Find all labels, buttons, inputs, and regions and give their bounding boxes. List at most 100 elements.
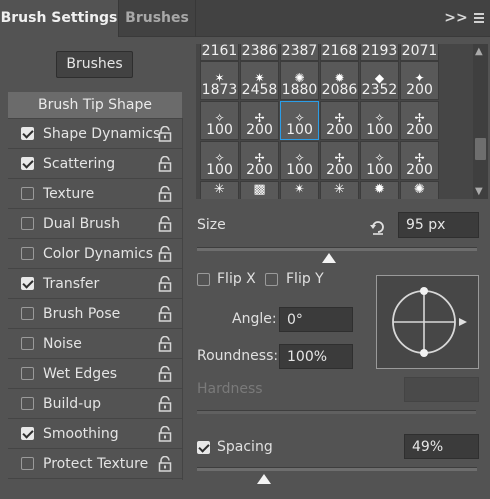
spacing-field[interactable]: 49% — [404, 434, 479, 459]
brush-preset[interactable]: ✳ — [320, 181, 359, 199]
grid-scroll-thumb[interactable] — [475, 138, 486, 160]
brush-preset[interactable]: ✧ 100 — [280, 141, 319, 180]
reset-size-icon[interactable] — [369, 218, 387, 236]
option-row[interactable]: Transfer — [8, 268, 182, 299]
option-label[interactable]: Scattering — [43, 149, 115, 179]
brush-preset[interactable]: 2161 — [200, 44, 239, 61]
option-row[interactable]: Color Dynamics — [8, 238, 182, 269]
flip-x-checkbox[interactable] — [197, 273, 210, 286]
angle-field[interactable]: 0° — [279, 307, 353, 332]
lock-icon[interactable] — [158, 155, 172, 172]
lock-icon[interactable] — [158, 335, 172, 352]
grid-scrollbar[interactable]: ▲ ▼ — [473, 44, 488, 199]
brush-preset[interactable]: ✦ 200 — [400, 61, 439, 100]
panel-menu-icon[interactable] — [470, 11, 488, 27]
brush-preset[interactable]: 2071 — [400, 44, 439, 61]
spacing-slider-track[interactable] — [197, 467, 477, 471]
option-label[interactable]: Dual Brush — [43, 209, 120, 239]
lock-icon[interactable] — [158, 185, 172, 202]
brush-preset[interactable]: 2168 — [320, 44, 359, 61]
option-label[interactable]: Brush Pose — [43, 299, 120, 329]
brush-preset[interactable]: ✢ 200 — [320, 141, 359, 180]
option-row[interactable]: Scattering — [8, 148, 182, 179]
tab-brushes[interactable]: Brushes — [118, 0, 196, 37]
brush-preset[interactable]: ✳ — [200, 181, 239, 199]
option-row[interactable]: Texture — [8, 178, 182, 209]
brush-preset[interactable]: ◆ 2352 — [360, 61, 399, 100]
brush-preset-grid[interactable]: 2161 2386 2387 2168 2193 2071 ✶ 1873 ✷ 2458 ✺ 1880 ✹… — [196, 44, 473, 199]
brush-preset[interactable]: ✺ — [400, 181, 439, 199]
option-checkbox[interactable] — [21, 397, 34, 410]
option-checkbox[interactable] — [21, 217, 34, 230]
expand-panel-icon[interactable]: >> — [444, 0, 468, 37]
flip-y-checkbox[interactable] — [265, 273, 278, 286]
brush-preset[interactable]: ✢ 200 — [240, 101, 279, 140]
option-label[interactable]: Color Dynamics — [43, 239, 153, 269]
size-field[interactable]: 95 px — [398, 212, 479, 238]
brush-preset[interactable]: ✧ 100 — [360, 141, 399, 180]
option-row[interactable]: Smoothing — [8, 418, 182, 449]
lock-icon[interactable] — [158, 395, 172, 412]
brush-preset[interactable]: ✧ 100 — [200, 141, 239, 180]
option-checkbox[interactable] — [21, 277, 34, 290]
lock-icon[interactable] — [158, 215, 172, 232]
option-checkbox[interactable] — [21, 127, 34, 140]
lock-icon[interactable] — [158, 455, 172, 472]
size-slider-track[interactable] — [197, 247, 477, 251]
option-label[interactable]: Shape Dynamics — [43, 119, 160, 149]
lock-icon[interactable] — [158, 365, 172, 382]
option-checkbox[interactable] — [21, 307, 34, 320]
lock-icon[interactable] — [158, 245, 172, 262]
brush-preset[interactable]: ✢ 200 — [400, 101, 439, 140]
scroll-up-icon[interactable]: ▲ — [475, 46, 483, 57]
lock-icon[interactable] — [158, 125, 172, 142]
option-checkbox[interactable] — [21, 187, 34, 200]
brush-preset[interactable]: ✧ 100 — [200, 101, 239, 140]
brushes-button[interactable]: Brushes — [56, 51, 133, 78]
lock-icon[interactable] — [158, 425, 172, 442]
brush-preset[interactable]: ✧ 100 — [360, 101, 399, 140]
angle-crosshair-icon[interactable] — [377, 276, 478, 368]
brush-preset[interactable]: ✧ 100 — [280, 101, 319, 140]
brush-tip-shape-item[interactable]: Brush Tip Shape — [8, 92, 182, 118]
brush-preset[interactable]: ✢ 200 — [400, 141, 439, 180]
angle-roundness-preview[interactable] — [376, 275, 479, 369]
option-label[interactable]: Noise — [43, 329, 82, 359]
option-checkbox[interactable] — [21, 247, 34, 260]
size-slider-thumb[interactable] — [321, 253, 336, 263]
lock-icon[interactable] — [158, 305, 172, 322]
option-checkbox[interactable] — [21, 367, 34, 380]
brush-preset[interactable]: ▩ — [240, 181, 279, 199]
option-row[interactable]: Dual Brush — [8, 208, 182, 239]
brush-preset[interactable]: ✹ — [360, 181, 399, 199]
option-label[interactable]: Protect Texture — [43, 449, 148, 479]
scroll-down-icon[interactable]: ▼ — [475, 186, 483, 197]
spacing-checkbox[interactable] — [197, 441, 210, 454]
brush-preset[interactable]: ✶ 1873 — [200, 61, 239, 100]
option-label[interactable]: Build-up — [43, 389, 101, 419]
tab-brush-settings[interactable]: Brush Settings — [0, 0, 118, 37]
option-row[interactable]: Build-up — [8, 388, 182, 419]
option-checkbox[interactable] — [21, 457, 34, 470]
brush-preset[interactable]: 2387 — [280, 44, 319, 61]
spacing-slider-thumb[interactable] — [257, 474, 272, 484]
option-label[interactable]: Smoothing — [43, 419, 119, 449]
brush-preset[interactable]: 2193 — [360, 44, 399, 61]
brush-preset[interactable]: ✺ 1880 — [280, 61, 319, 100]
brush-preset[interactable]: 2386 — [240, 44, 279, 61]
option-label[interactable]: Texture — [43, 179, 94, 209]
brush-preset[interactable]: ✴ — [280, 181, 319, 199]
brush-preset[interactable]: ✹ 2086 — [320, 61, 359, 100]
option-row[interactable]: Brush Pose — [8, 298, 182, 329]
brush-preset[interactable]: ✷ 2458 — [240, 61, 279, 100]
option-checkbox[interactable] — [21, 337, 34, 350]
option-row[interactable]: Wet Edges — [8, 358, 182, 389]
option-row[interactable]: Shape Dynamics — [8, 118, 182, 149]
option-checkbox[interactable] — [21, 427, 34, 440]
option-row[interactable]: Noise — [8, 328, 182, 359]
brush-preset[interactable]: ✢ 200 — [320, 101, 359, 140]
roundness-field[interactable]: 100% — [279, 344, 353, 369]
lock-icon[interactable] — [158, 275, 172, 292]
option-label[interactable]: Transfer — [43, 269, 99, 299]
option-checkbox[interactable] — [21, 157, 34, 170]
